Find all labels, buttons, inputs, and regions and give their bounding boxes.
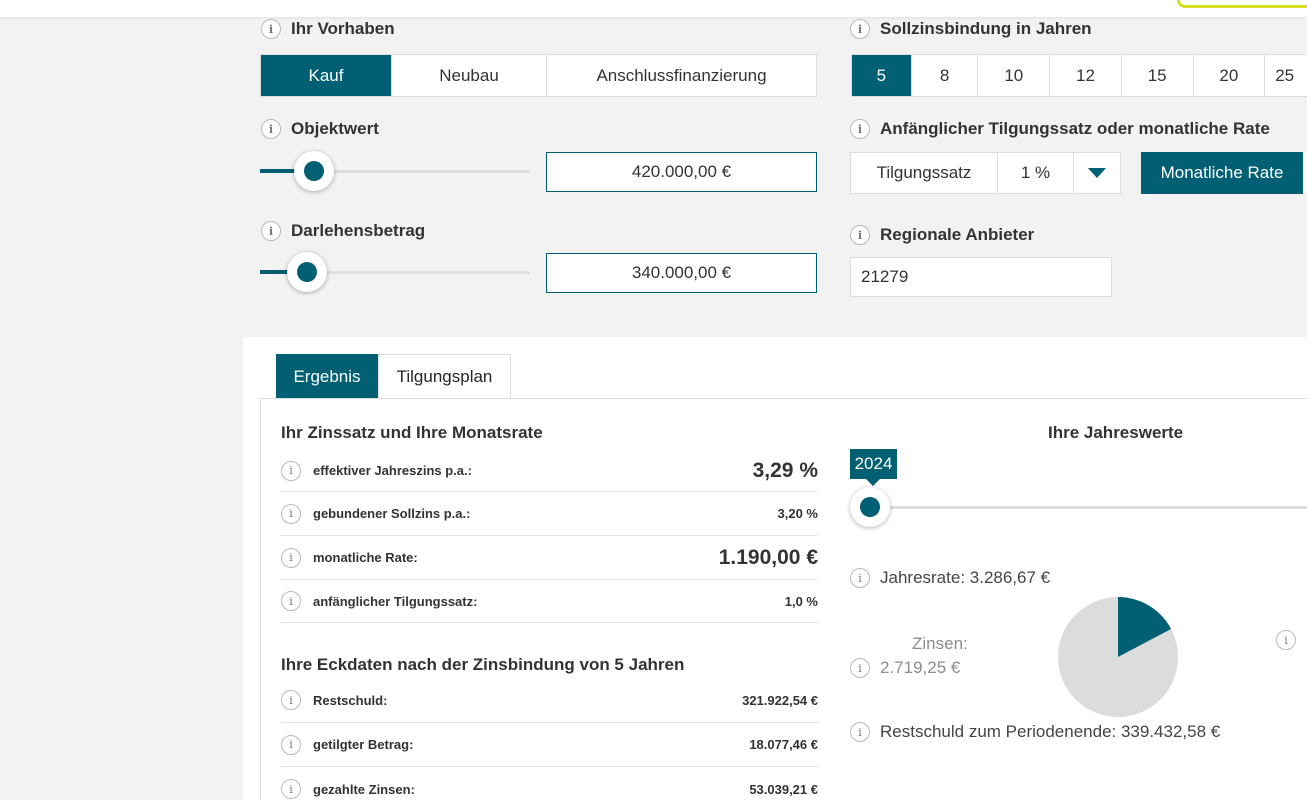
objektwert-slider[interactable] [260,151,530,191]
row-value: 1,0 % [784,593,818,609]
jahresrate-text: Jahresrate: 3.286,67 € [880,568,1051,587]
slider-handle[interactable] [287,252,327,292]
darlehen-label-group: i Darlehensbetrag [261,221,425,241]
objektwert-label: Objektwert [291,119,379,138]
zinsen-value: 2.719,25 € [880,658,961,677]
zinsen-value-group: i 2.719,25 € [850,658,960,678]
row-label: Restschuld: [313,692,388,708]
row-label: gebundener Sollzins p.a.: [313,506,471,521]
restschuld-text: Restschuld zum Periodenende: 339.432,58 … [880,722,1221,741]
tilgungssatz-value[interactable]: 1 % [998,153,1074,193]
info-icon[interactable]: i [850,658,870,678]
year-slider[interactable] [850,487,1307,527]
monatliche-rate-button[interactable]: Monatliche Rate [1141,152,1307,194]
zinsbindung-option-25[interactable]: 25 [1265,55,1307,96]
table-row: i gezahlte Zinsen: 53.039,21 € [281,767,818,800]
info-icon[interactable]: i [281,734,301,755]
sollzinsbindung-selector: 5 8 10 12 15 20 25 [851,54,1307,97]
row-value: 3,29 % [752,458,818,482]
tilgungssatz-select[interactable]: Tilgungssatz 1 % [850,152,1121,194]
info-icon[interactable]: i [1276,630,1296,650]
info-icon[interactable]: i [261,221,281,241]
restschuld-group: i Restschuld zum Periodenende: 339.432,5… [850,722,1220,742]
regional-label-group: i Regionale Anbieter [850,225,1034,245]
table-row: i getilgter Betrag: 18.077,46 € [281,723,818,767]
regional-label: Regionale Anbieter [880,225,1035,244]
table-row: i Restschuld: 321.922,54 € [281,678,818,723]
row-label: gezahlte Zinsen: [313,781,415,797]
divider [260,398,1307,399]
zinsen-label: Zinsen: [912,634,968,653]
zinsbindung-option-5[interactable]: 5 [852,55,912,96]
vorhaben-label-group: i Ihr Vorhaben [261,19,395,39]
result-panel: Ergebnis Tilgungsplan Ihr Zinssatz und I… [243,337,1307,800]
plz-input[interactable]: 21279 [850,257,1112,297]
info-icon[interactable]: i [850,568,870,588]
tab-tilgungsplan[interactable]: Tilgungsplan [378,354,511,399]
info-icon[interactable]: i [281,591,301,611]
table-row: i effektiver Jahreszins p.a.: 3,29 % [281,450,818,492]
info-icon[interactable]: i [281,460,301,481]
info-icon[interactable]: i [261,19,281,39]
vorhaben-selector: Kauf Neubau Anschlussfinanzierung [260,54,817,97]
row-value: 18.077,46 € [749,737,818,752]
row-label: getilgter Betrag: [313,737,414,752]
tilgung-controls: Tilgungssatz 1 % Monatliche Rate [850,152,1307,194]
result-tabs: Ergebnis Tilgungsplan [276,354,511,399]
jahreswerte-title: Ihre Jahreswerte [1048,423,1184,442]
eckdaten-section-title: Ihre Eckdaten nach der Zinsbindung von 5… [281,655,685,674]
info-icon[interactable]: i [281,503,301,524]
zinsbindung-option-20[interactable]: 20 [1194,55,1266,96]
vorhaben-label: Ihr Vorhaben [291,19,395,38]
info-icon[interactable]: i [850,119,870,139]
row-label: effektiver Jahreszins p.a.: [313,463,472,478]
jahreswerte-pie-chart [1058,597,1178,717]
row-label: monatliche Rate: [313,550,418,565]
zinsbindung-option-8[interactable]: 8 [912,55,979,96]
top-bar [0,0,1307,17]
tilgung-label: Anfänglicher Tilgungssatz oder monatlich… [880,119,1270,138]
table-row: i monatliche Rate: 1.190,00 € [281,536,818,580]
brand-accent-shape [1177,0,1307,8]
slider-handle[interactable] [294,151,334,191]
zinsbindung-option-10[interactable]: 10 [978,55,1051,96]
slider-handle[interactable] [850,487,890,527]
zinsbindung-option-12[interactable]: 12 [1050,55,1122,96]
year-badge: 2024 [850,449,897,486]
info-icon[interactable]: i [850,225,870,245]
jahresrate-group: i Jahresrate: 3.286,67 € [850,568,1050,588]
row-value: 53.039,21 € [749,781,818,797]
row-value: 3,20 % [777,506,818,521]
info-icon[interactable]: i [850,19,870,39]
objektwert-label-group: i Objektwert [261,119,379,139]
darlehen-slider[interactable] [260,252,530,292]
dropdown-toggle[interactable] [1074,153,1120,193]
tilgungssatz-option[interactable]: Tilgungssatz [851,153,998,193]
darlehen-input[interactable]: 340.000,00 € [546,253,817,293]
zinsbindung-option-15[interactable]: 15 [1122,55,1194,96]
slider-track [850,506,1307,509]
darlehen-label: Darlehensbetrag [291,221,426,240]
table-row: i anfänglicher Tilgungssatz: 1,0 % [281,580,818,623]
row-label: anfänglicher Tilgungssatz: [313,593,478,609]
sollzinsbindung-label-group: i Sollzinsbindung in Jahren [850,19,1092,39]
chevron-down-icon [1088,168,1106,178]
tab-ergebnis[interactable]: Ergebnis [276,354,378,399]
info-icon[interactable]: i [281,690,301,710]
vorhaben-option-kauf[interactable]: Kauf [261,55,392,96]
table-row: i gebundener Sollzins p.a.: 3,20 % [281,492,818,536]
sollzinsbindung-label: Sollzinsbindung in Jahren [880,19,1092,38]
tilgung-label-group: i Anfänglicher Tilgungssatz oder monatli… [850,119,1270,139]
row-value: 1.190,00 € [718,545,818,569]
vorhaben-option-anschlussfinanzierung[interactable]: Anschlussfinanzierung [547,55,816,96]
row-value: 321.922,54 € [742,692,818,708]
zins-section-title: Ihr Zinssatz und Ihre Monatsrate [281,423,543,442]
divider [260,398,261,800]
info-icon[interactable]: i [281,547,301,568]
vorhaben-option-neubau[interactable]: Neubau [392,55,547,96]
info-icon[interactable]: i [850,722,870,742]
info-icon[interactable]: i [281,779,301,799]
info-icon[interactable]: i [261,119,281,139]
objektwert-input[interactable]: 420.000,00 € [546,152,817,192]
